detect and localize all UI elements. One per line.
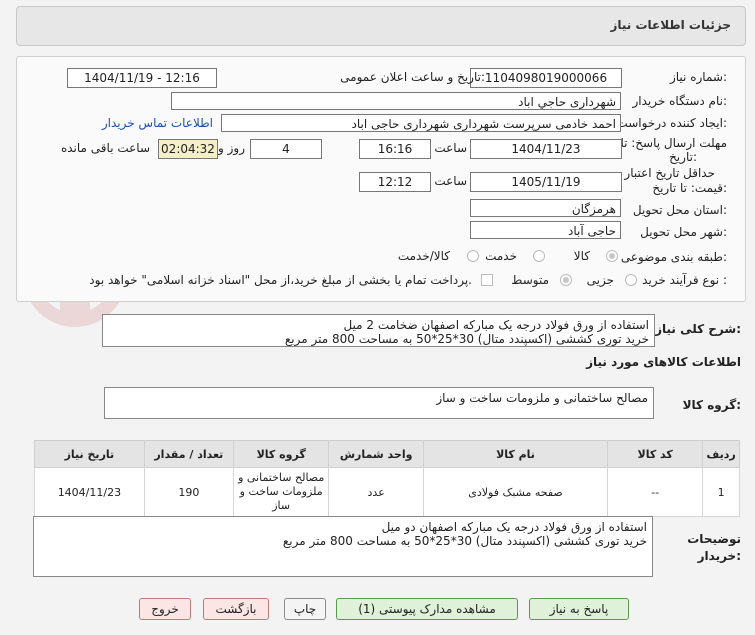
validity-label-date: قیمت: تا تاریخ: (652, 181, 727, 195)
reply-button[interactable]: پاسخ به نیاز (529, 598, 629, 620)
col-group: گروه کالا (232, 440, 330, 468)
cell-qty: 190 (143, 467, 234, 517)
days-remaining-field: 4 (250, 139, 322, 159)
remaining-time-label: ساعت باقی مانده (60, 141, 150, 155)
goods-group-field: مصالح ساختمانی و ملزومات ساخت و ساز (104, 387, 654, 419)
announce-label: تاریخ و ساعت اعلان عمومی: (340, 70, 485, 84)
days-label: روز و (218, 141, 245, 155)
treasury-payment-note: پرداخت تمام یا بخشی از مبلغ خرید،از محل … (89, 273, 472, 287)
exit-button[interactable]: خروج (139, 598, 191, 620)
deadline-time-field: 16:16 (359, 139, 431, 159)
summary-line-1: استفاده از ورق فولاد درجه یک مبارکه اصفه… (343, 318, 649, 332)
category-radio-service[interactable] (533, 250, 545, 262)
need-number-label: شماره نیاز: (669, 70, 727, 84)
cell-group: مصالح ساختمانی و ملزومات ساخت و ساز (232, 467, 330, 517)
cell-unit: عدد (328, 467, 424, 517)
col-row: ردیف (702, 440, 740, 468)
col-name: نام کالا (422, 440, 609, 468)
buyer-notes-label: توضیحات (687, 532, 741, 546)
cell-name: صفحه مشبک فولادی (422, 467, 609, 517)
table-header-row: ردیف کد کالا نام کالا واحد شمارش گروه کا… (34, 440, 740, 468)
validity-date-field: 1405/11/19 (470, 172, 622, 192)
process-option-minor: جزیی (586, 273, 614, 287)
validity-label: حداقل تاریخ اعتبار (624, 166, 715, 180)
items-table: ردیف کد کالا نام کالا واحد شمارش گروه کا… (34, 440, 740, 517)
col-date: تاریخ نیاز (34, 440, 145, 468)
category-label: طبقه بندی موضوعی: (620, 250, 727, 264)
goods-group-value: مصالح ساختمانی و ملزومات ساخت و ساز (436, 391, 648, 405)
cell-date: 1404/11/23 (34, 467, 145, 517)
creator-field: احمد خادمی سرپرست شهرداری شهرداری حاجی ا… (221, 114, 621, 132)
summary-line-2: خرید توری کششی (اکسپندد متال) 30*25*50 ب… (284, 332, 649, 346)
province-field: هرمزگان (470, 199, 621, 217)
col-qty: تعداد / مقدار (143, 440, 234, 468)
buyer-notes-textarea: استفاده از ورق فولاد درجه یک مبارکه اصفه… (33, 516, 653, 577)
summary-label: شرح کلی نیاز: (655, 322, 741, 336)
category-radio-goods[interactable] (606, 250, 618, 262)
need-number-field: 1104098019000066 (470, 68, 622, 88)
col-code: کد کالا (607, 440, 704, 468)
goods-group-label: گروه کالا: (682, 398, 741, 412)
category-option-goods-service: کالا/خدمت (397, 249, 450, 263)
buyer-org-label: نام دستگاه خریدار: (632, 94, 728, 108)
deadline-time-label: ساعت (434, 141, 467, 155)
process-option-medium: متوسط (511, 273, 549, 287)
validity-time-label: ساعت (434, 174, 467, 188)
city-field: حاجی آباد (470, 221, 621, 239)
buyer-notes-label-2: خریدار: (697, 549, 741, 563)
category-option-service: خدمت (485, 249, 517, 263)
buyer-notes-line-2: خرید توری کششی (اکسپندد متال) 30*25*50 ب… (282, 534, 647, 548)
process-radio-minor[interactable] (625, 274, 637, 286)
back-button[interactable]: بازگشت (203, 598, 269, 620)
buyer-contact-link[interactable]: اطلاعات تماس خریدار (102, 116, 213, 130)
cell-row: 1 (702, 467, 740, 517)
province-label: استان محل تحویل: (632, 203, 727, 217)
goods-info-title: اطلاعات کالاهای مورد نیاز (586, 355, 741, 369)
page-title: جزئیات اطلاعات نیاز (610, 18, 731, 32)
announce-field: 1404/11/19 - 12:16 (67, 68, 217, 88)
summary-textarea: استفاده از ورق فولاد درجه یک مبارکه اصفه… (102, 314, 655, 347)
deadline-label-date: تاریخ: (669, 150, 697, 164)
process-radio-medium[interactable] (560, 274, 572, 286)
buyer-org-field: شهرداری حاجي اباد (171, 92, 621, 110)
city-label: شهر محل تحویل: (640, 225, 727, 239)
deadline-date-field: 1404/11/23 (470, 139, 622, 159)
cell-code: -- (607, 467, 704, 517)
remaining-time-field: 02:04:32 (158, 139, 218, 159)
col-unit: واحد شمارش (328, 440, 424, 468)
category-radio-goods-service[interactable] (467, 250, 479, 262)
page-header: جزئیات اطلاعات نیاز (16, 6, 746, 46)
process-label: نوع فرآیند خرید : (642, 273, 727, 287)
table-row: 1 -- صفحه مشبک فولادی عدد مصالح ساختمانی… (34, 467, 740, 517)
validity-time-field: 12:12 (359, 172, 431, 192)
category-option-goods: کالا (573, 249, 590, 263)
deadline-label: مهلت ارسال پاسخ: تا (620, 136, 727, 150)
creator-label: ایجاد کننده درخواست: (616, 116, 727, 130)
buyer-notes-line-1: استفاده از ورق فولاد درجه یک مبارکه اصفه… (381, 520, 647, 534)
print-button[interactable]: چاپ (284, 598, 326, 620)
treasury-payment-checkbox[interactable] (481, 274, 493, 286)
attachments-button[interactable]: مشاهده مدارک پیوستی (1) (336, 598, 518, 620)
